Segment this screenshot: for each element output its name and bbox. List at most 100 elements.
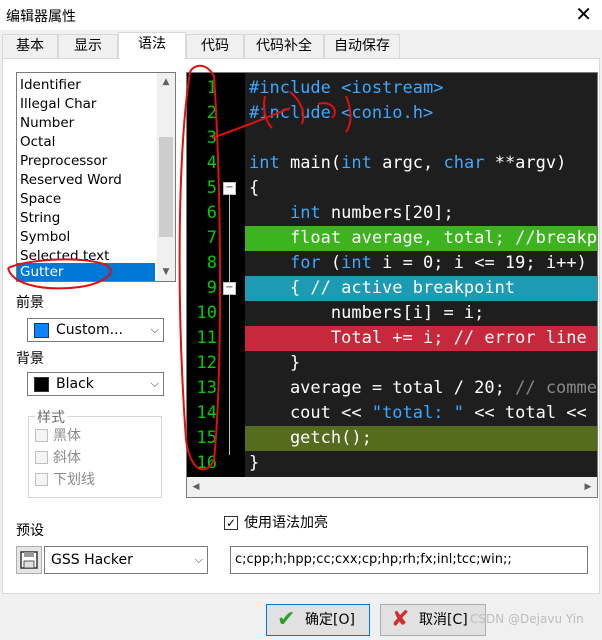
list-item[interactable]: String — [17, 209, 155, 228]
code-token: int — [341, 153, 372, 173]
line-number: 10 — [196, 303, 217, 323]
scroll-left-icon[interactable]: ◀ — [187, 477, 205, 497]
code-token: ( — [320, 253, 342, 273]
line-number: 7 — [206, 228, 217, 248]
foreground-swatch — [34, 323, 49, 338]
code-line[interactable]: } — [245, 451, 597, 476]
code-preview[interactable]: 1 2 3 4 5 6 7 8 9 10 11 12 13 14 15 16 −… — [186, 72, 598, 498]
tab-syntax[interactable]: 语法 — [118, 32, 186, 59]
preset-combo[interactable]: GSS Hacker ⌵ — [44, 546, 208, 574]
style-groupbox: 样式 黑体 斜体 下划线 — [28, 407, 162, 498]
checkbox-label: 黑体 — [53, 428, 81, 444]
checkbox-box[interactable] — [35, 473, 48, 486]
bold-checkbox[interactable]: 黑体 — [35, 427, 155, 445]
code-line[interactable]: int numbers[20]; — [245, 201, 597, 226]
underline-checkbox[interactable]: 下划线 — [35, 471, 155, 489]
title-bar: 编辑器属性 ✕ — [0, 0, 602, 30]
list-item[interactable]: Identifier — [17, 76, 155, 95]
list-item[interactable]: Reserved Word — [17, 171, 155, 190]
fold-minus-icon[interactable]: − — [223, 282, 236, 295]
line-number: 9 — [206, 278, 217, 298]
background-combo[interactable]: Black ⌵ — [27, 372, 164, 396]
style-legend: 样式 — [35, 407, 67, 427]
check-icon[interactable]: ✓ — [224, 516, 238, 530]
code-token: getch(); — [249, 428, 372, 448]
ok-button[interactable]: ✔ 确定[O] — [266, 604, 370, 636]
italic-checkbox[interactable]: 斜体 — [35, 449, 155, 467]
chevron-down-icon: ⌵ — [194, 553, 203, 566]
code-token: #include <conio.h> — [249, 103, 434, 123]
extensions-input[interactable]: c;cpp;h;hpp;cc;cxx;cp;hp;rh;fx;inl;tcc;w… — [230, 546, 588, 574]
code-line[interactable]: } — [245, 351, 597, 376]
code-area[interactable]: #include <iostream> #include <conio.h> int… — [245, 73, 597, 477]
scroll-down-icon[interactable]: ▼ — [157, 263, 175, 281]
tab-display[interactable]: 显示 — [58, 34, 118, 58]
checkbox-box[interactable] — [35, 451, 48, 464]
line-number: 15 — [196, 428, 217, 448]
code-token: } — [249, 453, 260, 473]
cancel-label: 取消[C] — [419, 612, 468, 628]
line-number: 8 — [206, 253, 217, 273]
check-icon: ✔ — [277, 607, 296, 632]
line-number: 5 — [206, 178, 217, 198]
syntax-highlight-checkbox[interactable]: ✓ 使用语法加亮 — [224, 513, 424, 533]
list-item[interactable]: Octal — [17, 133, 155, 152]
watermark: CSDN @Dejavu Yin — [470, 612, 584, 626]
syntax-highlight-label: 使用语法加亮 — [244, 515, 328, 531]
code-line[interactable]: { // active breakpoint — [245, 276, 597, 301]
code-line[interactable]: average = total / 20; // comment — [245, 376, 597, 401]
code-token: "total: " — [371, 403, 464, 423]
list-item[interactable]: Illegal Char — [17, 95, 155, 114]
list-item[interactable]: Space — [17, 190, 155, 209]
fold-minus-icon[interactable]: − — [223, 182, 236, 195]
foreground-combo[interactable]: Custom... ⌵ — [27, 318, 164, 342]
editor-hscrollbar[interactable]: ◀ ▶ — [187, 477, 597, 497]
cross-icon: ✘ — [391, 607, 410, 632]
tab-autosave[interactable]: 自动保存 — [324, 34, 400, 58]
code-line[interactable]: int main(int argc, char **argv) — [245, 151, 597, 176]
scroll-up-icon[interactable]: ▲ — [157, 73, 175, 91]
background-label: 背景 — [16, 351, 44, 367]
code-line[interactable]: float average, total; //breakpoint — [245, 226, 597, 251]
list-item[interactable]: Symbol — [17, 228, 155, 247]
code-token: for — [289, 253, 321, 273]
code-line[interactable]: Total += i; // error line — [245, 326, 597, 351]
code-line[interactable]: numbers[i] = i; — [245, 301, 597, 326]
code-token: argc, — [371, 153, 444, 173]
tab-strip: 基本 显示 语法 代码 代码补全 自动保存 — [0, 32, 602, 59]
code-line[interactable]: cout << "total: " << total << endl; — [245, 401, 597, 426]
scroll-thumb[interactable] — [159, 137, 173, 237]
chevron-down-icon: ⌵ — [150, 377, 159, 390]
code-token: int — [341, 253, 372, 273]
disk-icon — [20, 551, 38, 569]
code-line[interactable]: getch(); — [245, 426, 597, 451]
code-line[interactable] — [245, 126, 597, 151]
code-token: { — [249, 178, 260, 198]
code-line[interactable]: #include <conio.h> — [245, 101, 597, 126]
tab-code-completion[interactable]: 代码补全 — [244, 34, 324, 58]
line-number: 4 — [206, 153, 217, 173]
token-listbox[interactable]: Identifier Illegal Char Number Octal Pre… — [16, 72, 176, 282]
code-token: average = total / 20; — [249, 378, 516, 398]
line-number: 13 — [196, 378, 217, 398]
code-token: main( — [279, 153, 342, 173]
tab-basic[interactable]: 基本 — [2, 34, 58, 58]
preset-label: 预设 — [16, 523, 44, 539]
list-scrollbar[interactable]: ▲ ▼ — [157, 73, 175, 281]
checkbox-box[interactable] — [35, 429, 48, 442]
list-item[interactable]: Preprocessor — [17, 152, 155, 171]
code-token: int — [289, 203, 321, 223]
preset-disk-icon[interactable] — [16, 546, 42, 574]
code-line[interactable]: for (int i = 0; i <= 19; i++) — [245, 251, 597, 276]
code-line[interactable]: #include <iostream> — [245, 76, 597, 101]
code-token: numbers[i] = i; — [249, 303, 485, 323]
foreground-value: Custom... — [56, 322, 123, 338]
list-item-selected[interactable]: Gutter — [17, 263, 155, 281]
line-number: 3 — [206, 128, 217, 148]
scroll-right-icon[interactable]: ▶ — [579, 477, 597, 497]
code-line[interactable]: { — [245, 176, 597, 201]
tab-code[interactable]: 代码 — [186, 34, 244, 58]
code-token: char — [443, 153, 485, 173]
close-icon[interactable]: ✕ — [575, 2, 592, 26]
list-item[interactable]: Number — [17, 114, 155, 133]
